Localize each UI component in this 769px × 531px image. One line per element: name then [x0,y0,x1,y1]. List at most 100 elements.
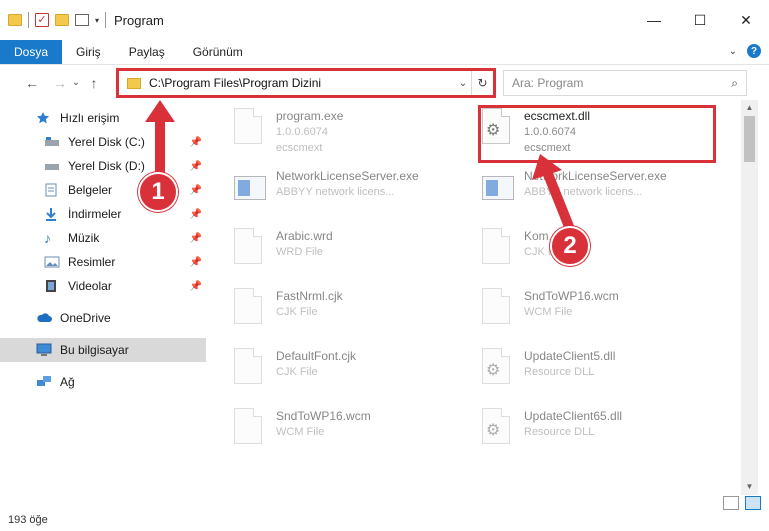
sidebar-item-pictures[interactable]: Resimler 📌 [0,250,206,274]
close-button[interactable]: ✕ [723,0,769,40]
file-type: WCM File [276,426,325,438]
sidebar-item-disk-c[interactable]: Yerel Disk (C:) 📌 [0,130,206,154]
recent-locations-chevron-icon[interactable]: ⌄ [70,77,82,88]
search-input[interactable]: Ara: Program [512,76,731,90]
cloud-icon [36,311,52,325]
file-item-network-license-server[interactable]: NetworkLicenseServer.exe ABBYY network li… [482,168,722,226]
sidebar-item-label: Bu bilgisayar [60,343,129,357]
scroll-thumb[interactable] [744,116,755,162]
file-item-sndtowp16-wcm[interactable]: SndToWP16.wcm WCM File [482,288,722,346]
maximize-button[interactable]: ☐ [677,0,723,40]
file-type: Resource DLL [524,366,595,378]
gear-icon: ⚙ [486,422,501,439]
ribbon-right-controls: ⌄ ? [729,44,761,58]
file-name: UpdateClient5.dll [524,349,616,363]
sidebar-item-label: Yerel Disk (C:) [68,135,145,149]
file-item-defaultfont-cjk[interactable]: DefaultFont.cjk CJK File [234,348,474,406]
tiles-view-icon[interactable] [745,496,761,510]
computer-icon [36,343,52,357]
pin-icon: 📌 [189,208,202,220]
step-2-badge: 2 [550,226,590,266]
file-item-updateclient65-dll[interactable]: ⚙ UpdateClient65.dll Resource DLL [482,408,722,466]
tab-file[interactable]: Dosya [0,40,63,64]
file-name: NetworkLicenseServer.exe [276,169,419,183]
sidebar-item-label: Resimler [68,255,116,269]
navigation-pane: Hızlı erişim Yerel Disk (C:) 📌 Yerel Dis… [0,100,206,460]
dll-file-icon: ⚙ [482,348,514,388]
file-item-sndtowp16-wcm[interactable]: SndToWP16.wcm WCM File [234,408,474,466]
sidebar-item-label: Hızlı erişim [60,111,120,125]
pictures-icon [44,255,60,269]
file-name: SndToWP16.wcm [524,289,619,303]
file-description: ABBYY network licens... [276,186,395,198]
scroll-down-icon[interactable]: ▼ [741,479,758,495]
pin-icon: 📌 [189,280,202,292]
quick-access-toolbar: ✓ ▾ [0,0,107,40]
file-item-program-exe[interactable]: program.exe 1.0.0.6074 ecscmext [234,108,474,166]
file-type: CJK File [276,306,318,318]
view-options-icon[interactable] [75,14,89,26]
title-bar: ✓ ▾ Program — ☐ ✕ [0,0,769,40]
address-highlight-box [116,68,496,98]
step-1-badge: 1 [138,172,178,212]
pin-icon: 📌 [189,160,202,172]
sidebar-item-label: Videolar [68,279,112,293]
back-arrow-icon[interactable]: ← [22,75,42,91]
sidebar-item-videos[interactable]: Videolar 📌 [0,274,206,298]
scroll-up-icon[interactable]: ▲ [741,100,758,116]
pin-icon: 📌 [189,232,202,244]
ribbon-tabs: Dosya Giriş Paylaş Görünüm ⌄ ? [0,40,769,64]
file-item-fastnrml-cjk[interactable]: FastNrml.cjk CJK File [234,288,474,346]
sidebar-item-music[interactable]: ♪ Müzik 📌 [0,226,206,250]
file-description: ecscmext [276,142,323,154]
search-icon[interactable]: ⌕ [731,76,738,91]
exe-file-icon [234,168,266,208]
details-view-icon[interactable] [723,496,739,510]
document-file-icon [234,288,266,328]
file-type: WCM File [524,306,573,318]
sidebar-item-this-pc[interactable]: Bu bilgisayar [0,338,206,362]
customize-toolbar-dropdown-icon[interactable]: ▾ [95,16,99,25]
new-folder-icon[interactable] [55,14,69,26]
file-name: DefaultFont.cjk [276,349,357,363]
pin-icon: 📌 [189,184,202,196]
sidebar-item-quick-access[interactable]: Hızlı erişim [0,106,206,130]
search-box[interactable]: Ara: Program ⌕ [503,70,747,96]
file-name: Arabic.wrd [276,229,333,243]
music-icon: ♪ [44,230,51,246]
properties-check-icon[interactable]: ✓ [35,13,49,27]
help-icon[interactable]: ? [747,44,761,58]
file-item-kom[interactable]: Kom... CJK File [482,228,722,286]
document-file-icon [482,228,514,268]
drive-icon [44,135,60,149]
tab-view[interactable]: Görünüm [179,40,257,64]
tab-share[interactable]: Paylaş [115,40,179,64]
drive-icon [44,159,60,173]
exe-file-icon [234,108,266,148]
file-description: ABBYY network licens... [524,186,643,198]
pin-icon: 📌 [189,136,202,148]
view-switcher [723,496,761,510]
up-arrow-icon[interactable]: ↑ [84,75,104,91]
sidebar-item-onedrive[interactable]: OneDrive [0,306,206,330]
vertical-scrollbar[interactable]: ▲ ▼ [741,100,758,495]
file-type: Resource DLL [524,426,595,438]
sidebar-item-label: Belgeler [68,183,113,197]
download-icon [44,207,60,221]
pin-icon: 📌 [189,256,202,268]
sidebar-item-disk-d[interactable]: Yerel Disk (D:) 📌 [0,154,206,178]
minimize-button[interactable]: — [631,0,677,40]
forward-arrow-icon[interactable]: → [50,75,70,91]
gear-icon: ⚙ [486,362,501,379]
item-count: 193 öğe [8,513,48,526]
file-item-updateclient5-dll[interactable]: ⚙ UpdateClient5.dll Resource DLL [482,348,722,406]
file-item-network-license-server[interactable]: NetworkLicenseServer.exe ABBYY network li… [234,168,474,226]
exe-file-icon [482,168,514,208]
network-icon [36,375,52,389]
file-item-arabic-wrd[interactable]: Arabic.wrd WRD File [234,228,474,286]
sidebar-item-downloads[interactable]: İndirmeler 📌 [0,202,206,226]
expand-ribbon-icon[interactable]: ⌄ [729,46,737,57]
tab-home[interactable]: Giriş [62,40,115,64]
sidebar-item-network[interactable]: Ağ [0,370,206,394]
window-title: Program [114,12,164,28]
